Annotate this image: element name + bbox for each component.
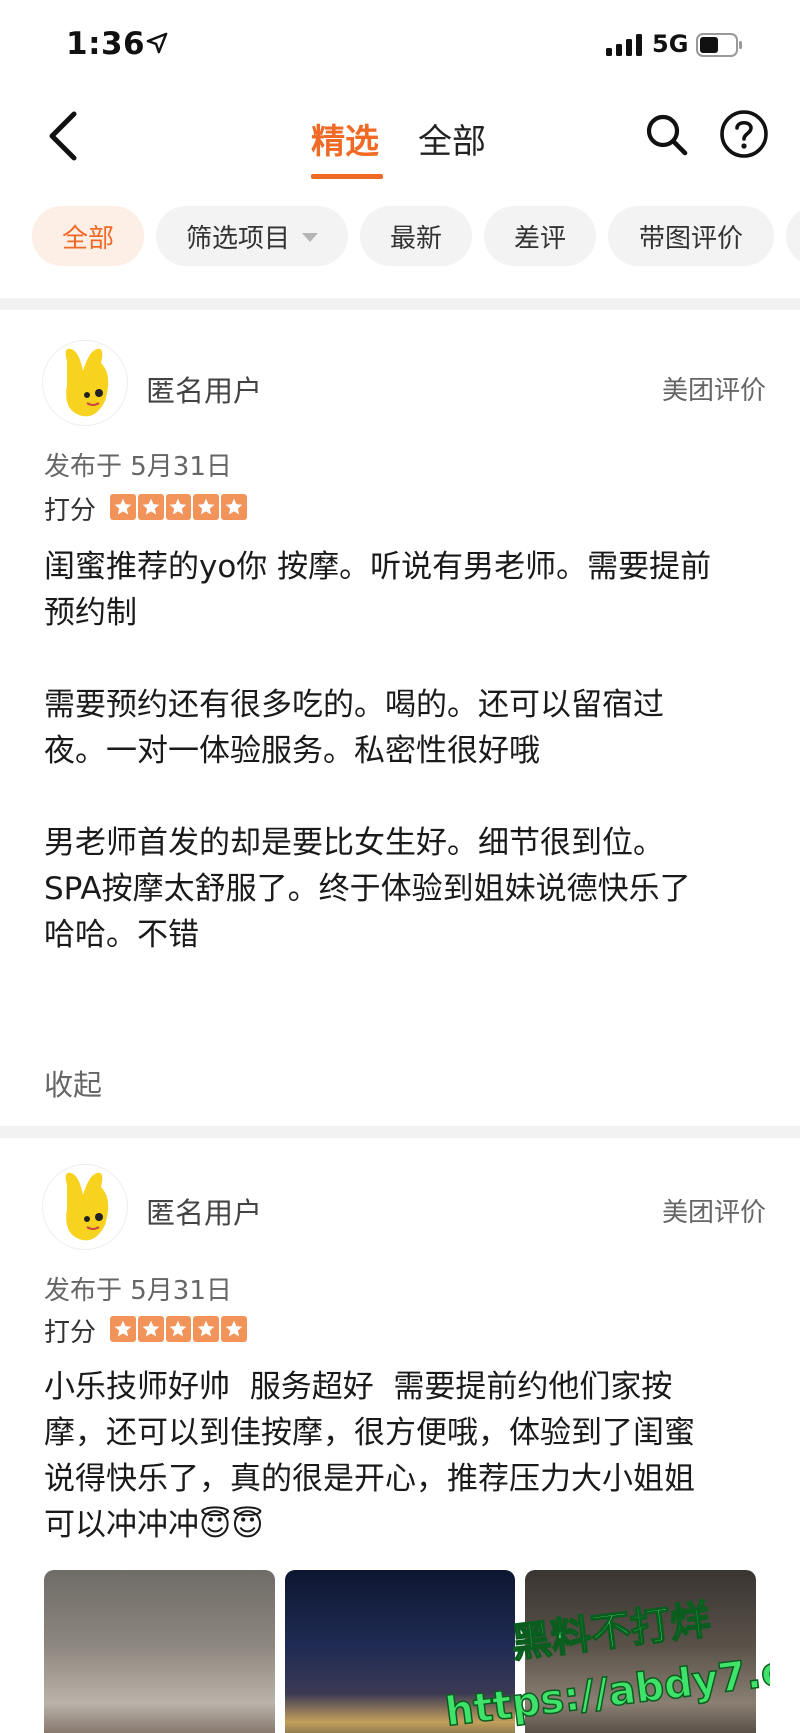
review-source: 美团评价 — [661, 1198, 766, 1228]
filter-chip-label: 最新 — [389, 223, 442, 254]
filter-chip-negative[interactable]: 差评 — [484, 206, 596, 266]
filter-chip-label: 差评 — [513, 223, 566, 254]
star-icon — [221, 1316, 247, 1342]
tab-all[interactable]: 全部 — [418, 114, 486, 163]
tab-indicator — [311, 174, 383, 179]
review-text: 闺蜜推荐的yo你 按摩。听说有男老师。需要提前 预约制 需要预约还有很多吃的。喝… — [44, 549, 712, 953]
status-time: 1:36 — [66, 26, 146, 62]
filter-chip-project[interactable]: 筛选项目 — [156, 206, 348, 266]
review-photo-city-night[interactable] — [284, 1570, 516, 1733]
mascot-avatar-icon[interactable] — [42, 1164, 128, 1250]
review-card: 匿名用户 美团评价 发布于 5月31日 打分 闺蜜推荐的yo你 按摩。听说有男老… — [0, 310, 800, 1126]
filter-chip-label: 全部 — [61, 223, 114, 254]
filter-bar: 全部 筛选项目 最新 差评 带图评价 — [0, 206, 800, 266]
star-icon — [137, 494, 164, 520]
review-date: 发布于 5月31日 — [44, 1276, 232, 1306]
star-icon — [221, 494, 247, 520]
star-icon — [110, 494, 136, 520]
star-icon — [193, 1316, 220, 1342]
filter-chip-more[interactable] — [786, 206, 800, 266]
dropdown-triangle-icon — [302, 233, 318, 242]
section-divider — [0, 298, 800, 310]
back-arrow-icon[interactable] — [42, 106, 86, 166]
collapse-link[interactable]: 收起 — [44, 1062, 102, 1104]
battery-icon — [696, 33, 742, 57]
filter-chip-latest[interactable]: 最新 — [360, 206, 472, 266]
star-rating — [110, 494, 247, 520]
top-navigation: 精选 全部 — [0, 92, 800, 184]
help-icon[interactable] — [718, 108, 770, 160]
filter-chip-with-photos[interactable]: 带图评价 — [608, 206, 774, 266]
star-icon — [165, 1316, 192, 1342]
mascot-avatar-icon[interactable] — [42, 340, 128, 426]
review-username[interactable]: 匿名用户 — [146, 1190, 262, 1232]
star-icon — [193, 494, 220, 520]
signal-icon — [606, 34, 642, 56]
review-photos — [44, 1570, 757, 1733]
review-username[interactable]: 匿名用户 — [146, 368, 262, 410]
review-date: 发布于 5月31日 — [44, 452, 232, 482]
network-label: 5G — [652, 30, 689, 58]
star-icon — [137, 1316, 164, 1342]
section-divider — [0, 1126, 800, 1138]
filter-chip-label: 筛选项目 — [185, 223, 290, 254]
tab-featured[interactable]: 精选 — [311, 114, 379, 163]
review-text: 小乐技师好帅 服务超好 需要提前约他们家按 摩，还可以到佳按摩，很方便哦，体验到… — [44, 1369, 695, 1543]
filter-chip-label: 带图评价 — [638, 223, 743, 254]
review-source: 美团评价 — [661, 376, 766, 406]
review-photo-room[interactable] — [44, 1570, 275, 1733]
score-label: 打分 — [44, 1318, 97, 1348]
location-arrow-icon — [146, 32, 168, 54]
review-photo-window[interactable] — [525, 1570, 757, 1733]
search-icon[interactable] — [642, 110, 692, 160]
status-bar: 1:36 5G — [0, 0, 800, 92]
filter-chip-all[interactable]: 全部 — [32, 206, 144, 266]
star-icon — [165, 494, 192, 520]
star-icon — [110, 1316, 136, 1342]
score-label: 打分 — [44, 496, 97, 526]
star-rating — [110, 1316, 247, 1342]
